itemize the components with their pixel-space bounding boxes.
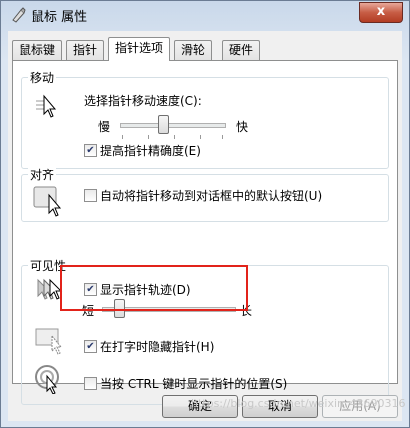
window-title: 鼠标 属性 xyxy=(31,10,88,25)
speed-tick xyxy=(200,135,201,139)
speed-label: 选择指针移动速度(C): xyxy=(84,94,202,108)
snap-label[interactable]: 自动将指针移动到对话框中的默认按钮(U) xyxy=(100,187,322,204)
ctrl-locate-label[interactable]: 当按 CTRL 键时显示指针的位置(S) xyxy=(100,375,287,392)
tab-pointers[interactable]: 指针 xyxy=(66,40,105,60)
tab-buttons[interactable]: 鼠标键 xyxy=(12,40,63,60)
motion-group: 移动 选择指针移动速度(C): 慢 快 ✔ 提高指针精确度(E) xyxy=(21,69,389,169)
watermark-text: https://blog.csdn.net/weixin_43690316 xyxy=(191,397,406,410)
precision-checkbox[interactable]: ✔ xyxy=(84,144,97,157)
pointer-options-panel: 移动 选择指针移动速度(C): 慢 快 ✔ 提高指针精确度(E) 对齐 自动将指… xyxy=(12,60,398,405)
mouse-icon xyxy=(12,7,26,23)
hide-pointer-icon xyxy=(35,328,63,355)
motion-group-title: 移动 xyxy=(28,69,57,86)
precision-label[interactable]: 提高指针精确度(E) xyxy=(100,142,201,159)
snap-group: 对齐 自动将指针移动到对话框中的默认按钮(U) xyxy=(21,166,389,222)
speed-tick xyxy=(174,135,175,139)
tab-pointer-options[interactable]: 指针选项 xyxy=(108,37,171,61)
speed-slow-label: 慢 xyxy=(98,120,111,134)
title-bar[interactable]: 鼠标 属性 x xyxy=(1,1,409,29)
mouse-properties-window: 鼠标 属性 x 鼠标键 指针 指针选项 滑轮 硬件 移动 选择指针移动速度(C)… xyxy=(0,0,410,428)
snap-group-title: 对齐 xyxy=(28,166,57,183)
pointer-speed-icon xyxy=(36,94,57,118)
red-annotation-box xyxy=(60,265,248,311)
ctrl-locate-checkbox[interactable] xyxy=(84,377,97,390)
show-location-icon xyxy=(35,365,59,394)
tab-wheel[interactable]: 滑轮 xyxy=(174,40,213,60)
speed-slider-thumb[interactable] xyxy=(158,115,169,134)
speed-tick xyxy=(148,135,149,139)
speed-tick xyxy=(222,135,223,139)
snap-checkbox[interactable] xyxy=(84,189,97,202)
dialog-client: 鼠标键 指针 指针选项 滑轮 硬件 移动 选择指针移动速度(C): 慢 快 ✔ … xyxy=(8,31,402,421)
speed-fast-label: 快 xyxy=(236,120,249,134)
speed-slider-track[interactable] xyxy=(120,123,226,128)
hide-typing-label[interactable]: 在打字时隐藏指针(H) xyxy=(100,338,214,355)
hide-typing-checkbox[interactable]: ✔ xyxy=(84,340,97,353)
speed-tick xyxy=(122,135,123,139)
close-button[interactable]: x xyxy=(359,2,403,23)
tab-strip: 鼠标键 指针 指针选项 滑轮 硬件 xyxy=(12,37,398,61)
snap-to-icon xyxy=(33,186,62,217)
tab-hardware[interactable]: 硬件 xyxy=(222,40,261,60)
